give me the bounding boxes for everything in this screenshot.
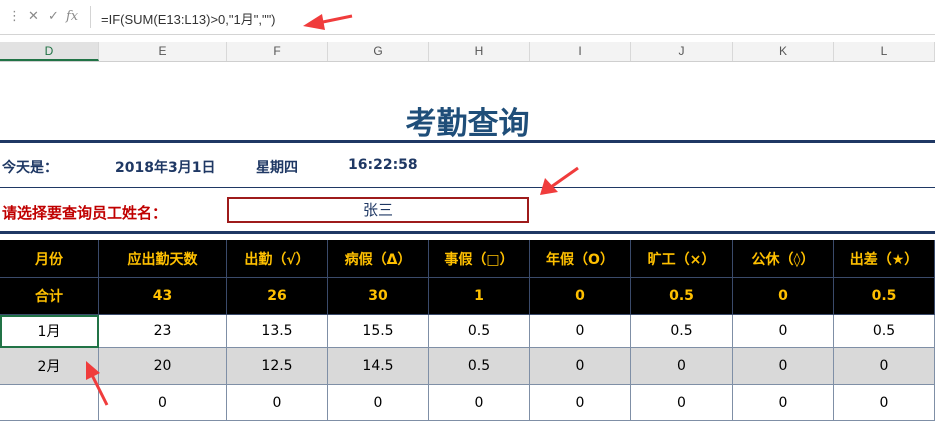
data-cell[interactable]: 0.5 [631,315,733,348]
column-header-f[interactable]: F [227,42,328,61]
data-cell[interactable]: 0.5 [429,348,530,385]
table-row: 2月 20 12.5 14.5 0.5 0 0 0 0 [0,348,935,385]
header-cell[interactable]: 年假（O） [530,240,631,278]
page-title: 考勤查询 [405,106,530,142]
header-cell[interactable]: 出勤（√） [227,240,328,278]
total-cell[interactable]: 0 [530,278,631,315]
column-header-h[interactable]: H [429,42,530,61]
data-cell[interactable]: 14.5 [328,348,429,385]
header-cell[interactable]: 公休（◊） [733,240,834,278]
data-cell[interactable]: 0 [834,385,935,421]
total-cell[interactable]: 0.5 [834,278,935,315]
confirm-icon[interactable]: ✓ [48,9,59,24]
data-cell[interactable]: 0.5 [834,315,935,348]
data-cell[interactable]: 0 [429,385,530,421]
total-cell[interactable]: 0 [733,278,834,315]
data-cell[interactable]: 0 [227,385,328,421]
column-header-l[interactable]: L [834,42,935,61]
header-cell[interactable]: 月份 [0,240,99,278]
column-header-d[interactable]: D [0,42,99,61]
total-cell[interactable]: 43 [99,278,227,315]
data-cell[interactable]: 0 [530,315,631,348]
data-cell[interactable]: 0.5 [429,315,530,348]
total-cell[interactable]: 0.5 [631,278,733,315]
data-cell[interactable]: 0 [99,385,227,421]
info-divider [0,187,935,188]
formula-bar-divider [90,6,91,28]
arrow-icon [540,166,579,195]
employee-name-select[interactable]: 张三 [227,197,529,223]
header-cell[interactable]: 事假（□） [429,240,530,278]
current-date: 2018年3月1日 [115,160,216,176]
total-cell[interactable]: 30 [328,278,429,315]
header-cell[interactable]: 病假（Δ） [328,240,429,278]
data-cell[interactable]: 20 [99,348,227,385]
table-row: 0 0 0 0 0 0 0 0 [0,385,935,421]
data-cell[interactable]: 0 [733,315,834,348]
data-cell[interactable]: 0 [834,348,935,385]
table-row: 1月 23 13.5 15.5 0.5 0 0.5 0 0.5 [0,315,935,348]
month-cell[interactable] [0,385,99,421]
data-cell[interactable]: 0 [631,385,733,421]
weekday: 星期四 [256,160,298,176]
header-cell[interactable]: 应出勤天数 [99,240,227,278]
formula-input[interactable]: =IF(SUM(E13:L13)>0,"1月","") [101,9,276,28]
total-cell[interactable]: 1 [429,278,530,315]
header-cell[interactable]: 出差（★） [834,240,935,278]
column-header-g[interactable]: G [328,42,429,61]
data-cell[interactable]: 0 [631,348,733,385]
today-label: 今天是： [2,160,58,176]
more-options-icon[interactable]: ⋮ [8,9,21,24]
column-header-j[interactable]: J [631,42,733,61]
title-underline [0,140,935,143]
column-header-k[interactable]: K [733,42,834,61]
formula-bar: ⋮ ✕ ✓ fx =IF(SUM(E13:L13)>0,"1月","") [0,0,935,35]
total-cell[interactable]: 合计 [0,278,99,315]
insert-function-icon[interactable]: fx [66,9,78,24]
totals-row: 合计 43 26 30 1 0 0.5 0 0.5 [0,278,935,315]
data-cell[interactable]: 23 [99,315,227,348]
employee-name-prompt: 请选择要查询员工姓名： [2,204,168,222]
month-cell[interactable]: 2月 [0,348,99,385]
data-cell[interactable]: 0 [733,385,834,421]
current-time: 16:22:58 [348,157,418,173]
data-cell[interactable]: 0 [530,348,631,385]
cancel-icon[interactable]: ✕ [28,9,39,24]
data-cell[interactable]: 15.5 [328,315,429,348]
query-divider [0,231,935,234]
month-cell[interactable]: 1月 [0,315,99,348]
data-cell[interactable]: 13.5 [227,315,328,348]
total-cell[interactable]: 26 [227,278,328,315]
data-cell[interactable]: 0 [530,385,631,421]
column-header-e[interactable]: E [99,42,227,61]
data-cell[interactable]: 0 [328,385,429,421]
table-header-row: 月份 应出勤天数 出勤（√） 病假（Δ） 事假（□） 年假（O） 旷工（×） 公… [0,240,935,278]
column-header-i[interactable]: I [530,42,631,61]
data-cell[interactable]: 12.5 [227,348,328,385]
data-cell[interactable]: 0 [733,348,834,385]
column-headers: D E F G H I J K L [0,42,935,62]
header-cell[interactable]: 旷工（×） [631,240,733,278]
